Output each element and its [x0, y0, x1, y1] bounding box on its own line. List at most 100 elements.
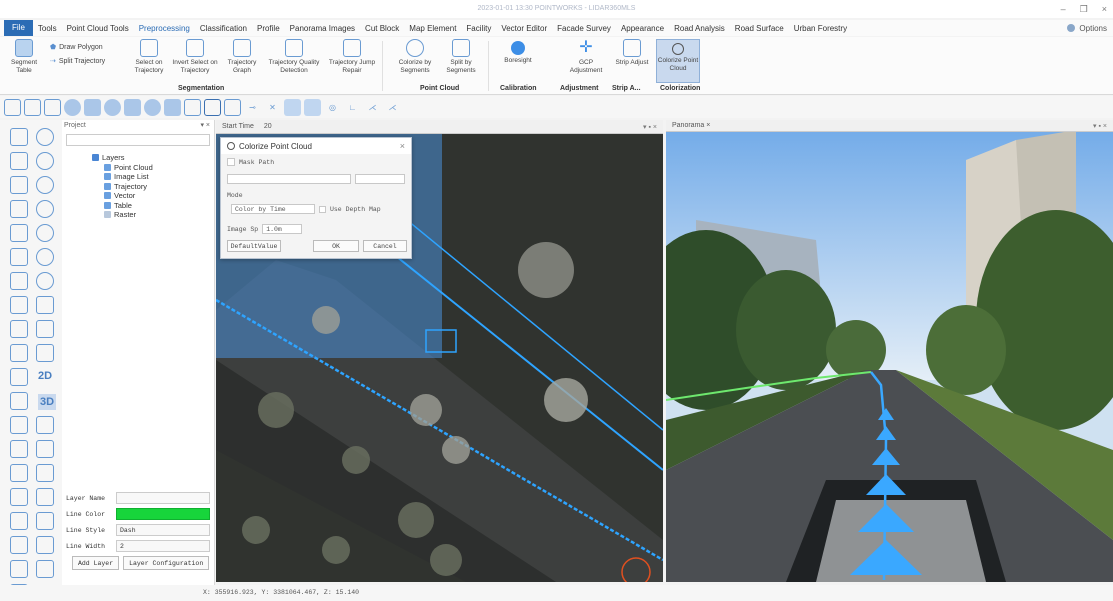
frame-tool-icon[interactable]	[24, 98, 41, 116]
measure-line-icon[interactable]	[10, 128, 28, 146]
minimize-button[interactable]: –	[1061, 0, 1066, 18]
arrow-icon[interactable]	[10, 272, 28, 290]
table-icon[interactable]	[36, 464, 54, 482]
line-icon[interactable]	[10, 536, 28, 554]
menu-panorama-images[interactable]: Panorama Images	[285, 24, 360, 33]
dot-tool-icon[interactable]	[144, 98, 161, 116]
mask-path-input[interactable]	[227, 174, 351, 184]
segment-table-button[interactable]: Segment Table	[6, 39, 42, 75]
link-tool-icon[interactable]: ⊸	[244, 99, 261, 116]
3d-view-button[interactable]: 3D	[38, 394, 57, 410]
colorize-point-cloud-button[interactable]: Colorize Point Cloud	[656, 39, 700, 83]
panorama-tab[interactable]: Panorama ×	[672, 122, 710, 129]
invert-select-button[interactable]: Invert Select on Trajectory	[172, 39, 218, 75]
zoom-icon[interactable]	[10, 416, 28, 434]
select-tool-icon[interactable]	[4, 98, 21, 116]
measure-tool-icon[interactable]: ⋌	[364, 99, 381, 116]
menu-appearance[interactable]: Appearance	[616, 24, 669, 33]
tree-item-table[interactable]: Table	[92, 201, 153, 211]
menu-urban-forestry[interactable]: Urban Forestry	[789, 24, 852, 33]
pole-icon[interactable]	[10, 248, 28, 266]
close-button[interactable]: ×	[1102, 0, 1107, 18]
chart-icon[interactable]	[10, 512, 28, 530]
options-menu[interactable]: Options	[1067, 24, 1113, 33]
crop-icon[interactable]	[10, 560, 28, 578]
route-tool-icon[interactable]	[184, 98, 201, 116]
menu-tools[interactable]: Tools	[33, 24, 62, 33]
tree-icon[interactable]	[36, 176, 54, 194]
add-layer-button[interactable]: Add Layer	[72, 556, 120, 570]
sphere-tool-icon[interactable]	[64, 98, 81, 116]
ok-button[interactable]: OK	[313, 240, 359, 252]
step-icon[interactable]	[10, 320, 28, 338]
tree-item-vector[interactable]: Vector	[92, 191, 153, 201]
panorama-view[interactable]	[666, 120, 1113, 582]
tree-item-point-cloud[interactable]: Point Cloud	[92, 163, 153, 173]
strip-adjust-button[interactable]: Strip Adjust	[614, 39, 650, 67]
trajectory-quality-button[interactable]: Trajectory Quality Detection	[266, 39, 322, 75]
file-menu[interactable]: File	[4, 20, 33, 36]
slope-tool-icon[interactable]: ⋌	[384, 99, 401, 116]
menu-road-surface[interactable]: Road Surface	[730, 24, 789, 33]
use-depth-map-checkbox[interactable]	[319, 205, 326, 213]
dialog-close-button[interactable]: ×	[400, 141, 411, 151]
expand-icon[interactable]	[36, 320, 54, 338]
box-tool-icon[interactable]	[124, 98, 141, 116]
maximize-button[interactable]: ❐	[1080, 0, 1088, 18]
image-sp-stepper[interactable]: 1.0m	[262, 224, 303, 234]
hourglass-tool-icon[interactable]	[224, 98, 241, 116]
mode-select[interactable]: Color by Time	[231, 204, 315, 214]
select-on-trajectory-button[interactable]: Select on Trajectory	[130, 39, 168, 75]
line-width-stepper[interactable]: 2	[116, 540, 210, 552]
target-tool-icon[interactable]: ◎	[324, 99, 341, 116]
gcp-adjustment-button[interactable]: ✛ GCP Adjustment	[566, 39, 606, 75]
rectangle-tool-icon[interactable]	[204, 98, 221, 116]
cube-icon[interactable]	[36, 344, 54, 362]
2d-view-button[interactable]: 2D	[38, 370, 52, 382]
marker-icon[interactable]	[10, 440, 28, 458]
menu-facade-survey[interactable]: Facade Survey	[552, 24, 616, 33]
tree-icon[interactable]	[36, 248, 54, 266]
table-icon[interactable]	[36, 488, 54, 506]
apple-icon[interactable]	[36, 128, 54, 146]
grid-icon[interactable]	[10, 392, 28, 410]
layer-configuration-button[interactable]: Layer Configuration	[123, 556, 210, 570]
curve-icon[interactable]	[10, 152, 28, 170]
tree-item-image-list[interactable]: Image List	[92, 172, 153, 182]
trajectory-graph-button[interactable]: Trajectory Graph	[222, 39, 262, 75]
table-icon[interactable]	[36, 560, 54, 578]
wave-icon[interactable]	[10, 344, 28, 362]
nodes-icon[interactable]	[10, 224, 28, 242]
menu-classification[interactable]: Classification	[195, 24, 252, 33]
table-icon[interactable]	[36, 512, 54, 530]
menu-preprocessing[interactable]: Preprocessing	[134, 24, 195, 33]
menu-facility[interactable]: Facility	[461, 24, 496, 33]
menu-cut-block[interactable]: Cut Block	[360, 24, 404, 33]
zigzag-icon[interactable]	[10, 368, 28, 386]
layer-name-field[interactable]	[116, 492, 210, 504]
map-pin-controls[interactable]: ▾ ▪ ×	[643, 123, 663, 131]
project-search-input[interactable]	[66, 134, 210, 146]
mask-path-checkbox[interactable]	[227, 158, 235, 166]
pen-icon[interactable]	[10, 464, 28, 482]
frame-icon[interactable]	[10, 296, 28, 314]
table-icon[interactable]	[36, 536, 54, 554]
start-time-value[interactable]: 20	[264, 123, 272, 130]
path-icon[interactable]	[10, 200, 28, 218]
boresight-button[interactable]: Boresight	[496, 39, 540, 65]
default-value-button[interactable]: DefaultValue	[227, 240, 281, 252]
tree-icon[interactable]	[36, 152, 54, 170]
tree-item-trajectory[interactable]: Trajectory	[92, 182, 153, 192]
cube-tool-icon[interactable]	[164, 98, 181, 116]
cluster-tool-icon[interactable]	[304, 98, 321, 116]
circle-tool-icon[interactable]	[104, 98, 121, 116]
tree-icon[interactable]	[36, 224, 54, 242]
layers-node[interactable]: Layers	[92, 153, 153, 163]
browse-button[interactable]	[355, 174, 405, 184]
node-tool-icon[interactable]	[44, 98, 61, 116]
line-color-swatch[interactable]	[116, 508, 210, 520]
menu-profile[interactable]: Profile	[252, 24, 285, 33]
split-trajectory-button[interactable]: ⇢ Split Trajectory	[50, 57, 105, 66]
grid-tool-icon[interactable]	[84, 98, 101, 116]
expand-tool-icon[interactable]	[284, 98, 301, 116]
